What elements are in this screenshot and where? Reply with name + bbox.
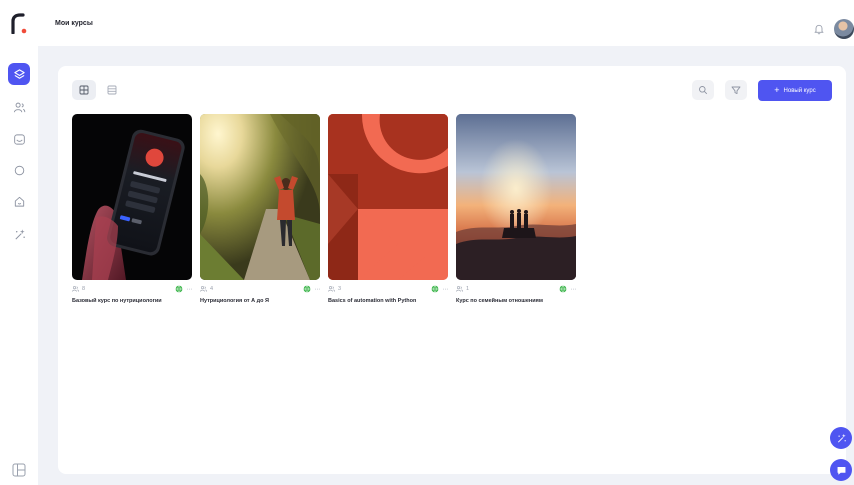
view-toggle: [72, 80, 130, 100]
published-globe-icon: [431, 285, 438, 293]
course-card[interactable]: 4 ··· Нутрициология от А до Я: [200, 114, 320, 305]
course-title[interactable]: Базовый курс по нутрициологии: [72, 298, 192, 305]
new-course-label: Новый курс: [783, 87, 816, 94]
more-options-icon[interactable]: ···: [187, 286, 193, 293]
home-icon: [14, 196, 24, 207]
courses-panel: + Новый курс 8 ··· Базовый курс по нутри…: [58, 66, 846, 474]
phone-in-hand-image: [82, 129, 185, 280]
published-globe-icon: [303, 285, 310, 293]
course-card[interactable]: 3 ··· Basics of automation with Python: [328, 114, 448, 305]
students-icon: [72, 286, 79, 292]
search-button[interactable]: [692, 80, 714, 100]
sidebar-item-chat[interactable]: [8, 159, 30, 181]
course-cover-image[interactable]: [328, 114, 448, 280]
card-icon: [13, 133, 25, 145]
geometric-pattern-image: [328, 114, 448, 280]
topbar: Мои курсы: [38, 0, 854, 46]
students-icon: [456, 286, 463, 292]
sidebar-item-home[interactable]: [8, 190, 30, 212]
support-chat-button[interactable]: [830, 459, 852, 481]
filter-button[interactable]: [725, 80, 747, 100]
course-meta: 3 ···: [328, 284, 448, 294]
students-icon: [328, 286, 335, 292]
students-count: 8: [82, 286, 86, 292]
students-icon: [200, 286, 207, 292]
magic-icon: [837, 433, 846, 442]
avatar[interactable]: [834, 19, 854, 39]
course-title[interactable]: Нутрициология от А до Я: [200, 298, 320, 305]
published-globe-icon: [559, 285, 566, 293]
plus-icon: +: [774, 85, 780, 95]
course-title[interactable]: Курс по семейным отношениям: [456, 298, 576, 305]
filter-icon: [731, 86, 741, 95]
sidebar-item-users[interactable]: [8, 96, 30, 118]
magic-icon: [14, 228, 25, 240]
more-options-icon[interactable]: ···: [443, 286, 449, 293]
ai-assistant-button[interactable]: [830, 427, 852, 449]
students-count: 1: [466, 286, 470, 292]
page-title: Мои курсы: [55, 20, 93, 27]
app-root: Мои курсы + Новый курс 8 ··· Базовый кур…: [0, 0, 854, 485]
stack-icon: [13, 68, 25, 79]
sidebar-item-finance[interactable]: [8, 128, 30, 150]
sidebar: [0, 0, 38, 485]
more-options-icon[interactable]: ···: [315, 286, 321, 293]
new-course-button[interactable]: + Новый курс: [758, 80, 832, 101]
sidebar-item-courses[interactable]: [8, 63, 30, 85]
chat-icon: [14, 165, 24, 175]
app-logo[interactable]: [10, 12, 28, 34]
course-meta: 1 ···: [456, 284, 576, 294]
course-cover-image[interactable]: [72, 114, 192, 280]
published-globe-icon: [175, 285, 182, 293]
layout-icon[interactable]: [11, 462, 27, 478]
sidebar-item-magic[interactable]: [8, 223, 30, 245]
list-view-button[interactable]: [100, 80, 124, 100]
search-icon: [699, 86, 708, 95]
course-title[interactable]: Basics of automation with Python: [328, 298, 448, 305]
list-icon: [107, 85, 117, 95]
bell-icon[interactable]: [813, 23, 825, 35]
course-cover-image[interactable]: [456, 114, 576, 280]
users-icon: [13, 102, 25, 112]
students-count: 4: [210, 286, 214, 292]
students-count: 3: [338, 286, 342, 292]
course-card[interactable]: 1 ··· Курс по семейным отношениям: [456, 114, 576, 305]
course-card[interactable]: 8 ··· Базовый курс по нутрициологии: [72, 114, 192, 305]
course-meta: 4 ···: [200, 284, 320, 294]
sunset-mountains-image: [456, 114, 576, 280]
forest-road-image: [200, 114, 320, 280]
grid-icon: [79, 85, 89, 95]
grid-view-button[interactable]: [72, 80, 96, 100]
course-cover-image[interactable]: [200, 114, 320, 280]
course-meta: 8 ···: [72, 284, 192, 294]
more-options-icon[interactable]: ···: [571, 286, 577, 293]
chat-bubble-icon: [837, 466, 845, 474]
